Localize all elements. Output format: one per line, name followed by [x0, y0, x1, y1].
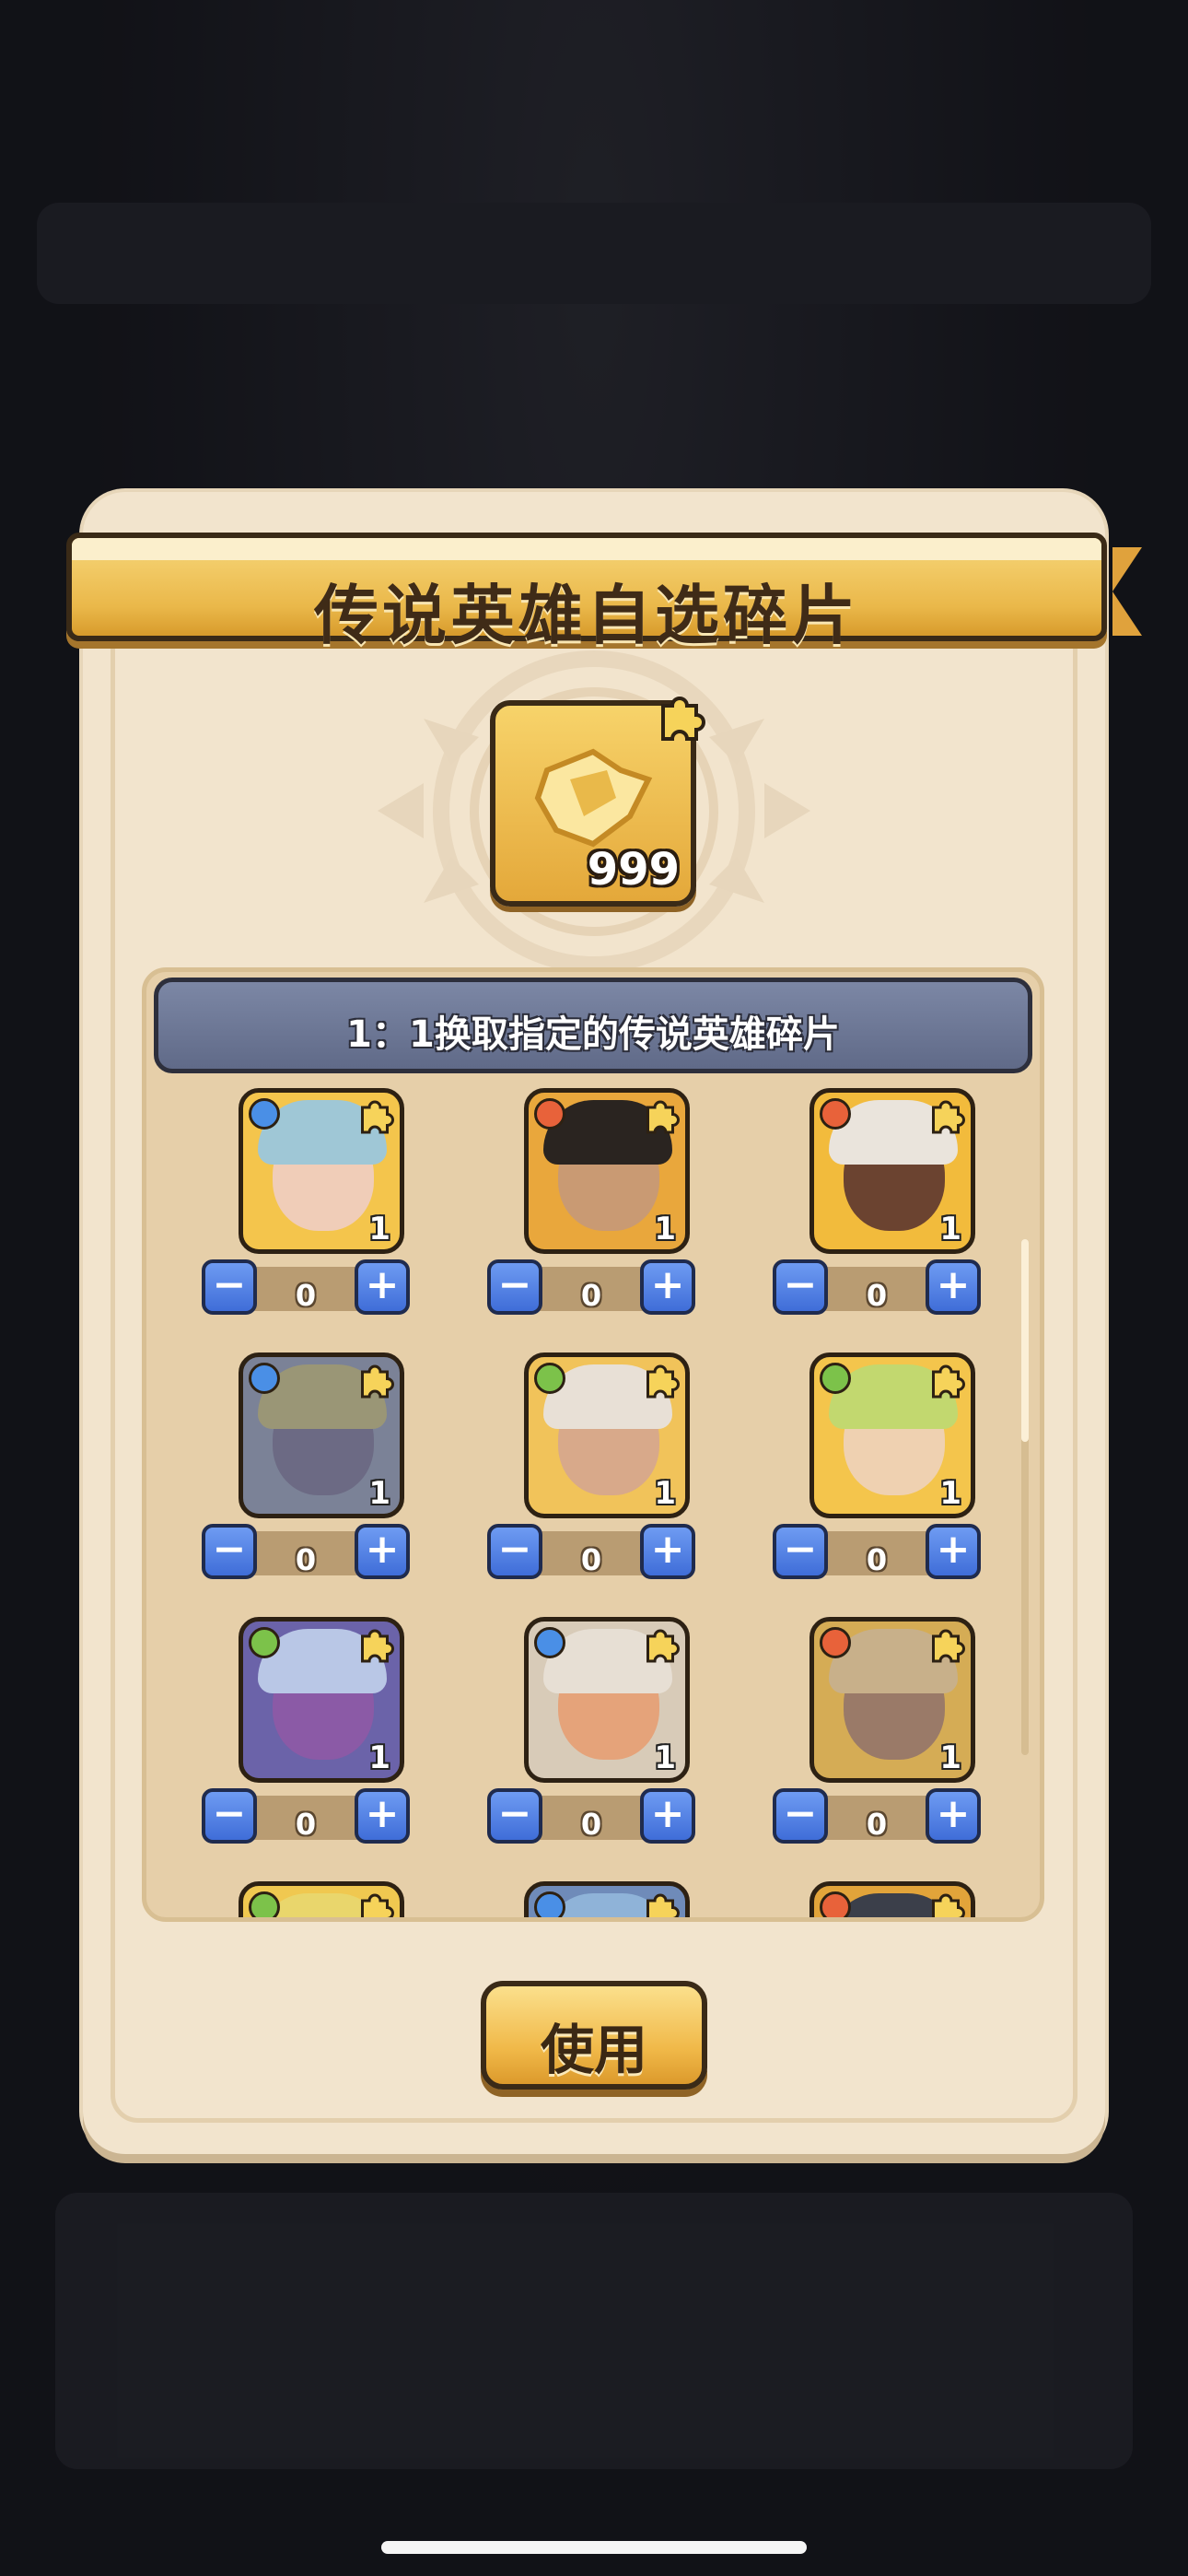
- decrease-button[interactable]: −: [773, 1259, 828, 1315]
- increase-button[interactable]: +: [355, 1259, 410, 1315]
- puzzle-badge-icon: [646, 1100, 680, 1134]
- puzzle-badge-icon: [932, 1364, 965, 1399]
- home-indicator: [381, 2541, 807, 2554]
- decrease-button[interactable]: −: [773, 1788, 828, 1844]
- hero-card[interactable]: [202, 1881, 423, 1917]
- puzzle-badge-icon: [646, 1893, 680, 1917]
- decrease-button[interactable]: −: [202, 1259, 257, 1315]
- hero-shard-count: 1: [654, 1739, 676, 1776]
- decrease-button[interactable]: −: [773, 1524, 828, 1579]
- use-button[interactable]: 使用: [481, 1981, 707, 2090]
- dialog-title: 传说英雄自选碎片: [314, 578, 859, 653]
- quantity-stepper: 0− +: [202, 1524, 410, 1583]
- hero-card[interactable]: 1 0− +: [202, 1352, 423, 1594]
- water-element-icon: [249, 1363, 280, 1394]
- hero-card[interactable]: 1 0− +: [773, 1352, 994, 1594]
- hero-portrait[interactable]: 1: [524, 1088, 690, 1254]
- leaf-element-icon: [534, 1363, 565, 1394]
- fire-element-icon: [534, 1098, 565, 1130]
- decrease-button[interactable]: −: [202, 1788, 257, 1844]
- increase-button[interactable]: +: [640, 1524, 695, 1579]
- quantity-stepper: 0− +: [487, 1524, 695, 1583]
- hero-portrait[interactable]: [524, 1881, 690, 1917]
- fire-element-icon: [820, 1627, 851, 1658]
- decrease-button[interactable]: −: [487, 1259, 542, 1315]
- hero-card[interactable]: 1 0− +: [487, 1088, 708, 1329]
- fire-element-icon: [820, 1891, 851, 1917]
- hero-shard-count: 1: [368, 1475, 390, 1512]
- hero-portrait[interactable]: [809, 1881, 975, 1917]
- puzzle-badge-icon: [932, 1893, 965, 1917]
- puzzle-badge-icon: [361, 1100, 394, 1134]
- increase-button[interactable]: +: [355, 1524, 410, 1579]
- increase-button[interactable]: +: [640, 1259, 695, 1315]
- ribbon-fold: [1112, 547, 1142, 636]
- use-button-label: 使用: [540, 2019, 647, 2081]
- puzzle-badge-icon: [361, 1364, 394, 1399]
- hero-card[interactable]: 1 0− +: [773, 1088, 994, 1329]
- increase-button[interactable]: +: [926, 1259, 981, 1315]
- increase-button[interactable]: +: [926, 1788, 981, 1844]
- leaf-element-icon: [249, 1891, 280, 1917]
- hero-portrait[interactable]: 1: [524, 1617, 690, 1783]
- hero-shard-count: 1: [654, 1211, 676, 1247]
- quantity-stepper: 0− +: [487, 1259, 695, 1318]
- hero-card[interactable]: 1 0− +: [487, 1617, 708, 1858]
- leaf-element-icon: [249, 1627, 280, 1658]
- quantity-stepper: 0− +: [487, 1788, 695, 1847]
- quantity-stepper: 0− +: [202, 1259, 410, 1318]
- title-ribbon: 传说英雄自选碎片: [66, 533, 1142, 653]
- puzzle-badge-icon: [361, 1893, 394, 1917]
- hero-portrait[interactable]: 1: [809, 1617, 975, 1783]
- hero-portrait[interactable]: 1: [239, 1088, 404, 1254]
- hero-shard-count: 1: [368, 1739, 390, 1776]
- hero-card[interactable]: 1 0− +: [773, 1617, 994, 1858]
- scroll-thumb[interactable]: [1021, 1239, 1029, 1442]
- hero-card[interactable]: 1 0− +: [202, 1617, 423, 1858]
- decrease-button[interactable]: −: [487, 1788, 542, 1844]
- hero-shard-count: 1: [654, 1475, 676, 1512]
- hero-card[interactable]: [773, 1881, 994, 1917]
- hero-shard-count: 1: [939, 1211, 961, 1247]
- leaf-element-icon: [820, 1363, 851, 1394]
- hero-portrait[interactable]: 1: [239, 1617, 404, 1783]
- scrollbar[interactable]: [1021, 1239, 1029, 1755]
- hero-portrait[interactable]: 1: [809, 1352, 975, 1518]
- hero-card[interactable]: [487, 1881, 708, 1917]
- decrease-button[interactable]: −: [487, 1524, 542, 1579]
- quantity-stepper: 0− +: [773, 1524, 981, 1583]
- selected-shard-item[interactable]: 999: [490, 697, 705, 907]
- hero-shard-count: 1: [939, 1475, 961, 1512]
- water-element-icon: [534, 1891, 565, 1917]
- hero-shard-count: 1: [939, 1739, 961, 1776]
- decrease-button[interactable]: −: [202, 1524, 257, 1579]
- exchange-info-text: 1：1换取指定的传说英雄碎片: [346, 1013, 840, 1056]
- puzzle-badge-icon: [646, 1364, 680, 1399]
- increase-button[interactable]: +: [355, 1788, 410, 1844]
- hero-portrait[interactable]: 1: [524, 1352, 690, 1518]
- quantity-stepper: 0− +: [773, 1788, 981, 1847]
- increase-button[interactable]: +: [640, 1788, 695, 1844]
- water-element-icon: [249, 1098, 280, 1130]
- fire-element-icon: [820, 1098, 851, 1130]
- legendary-hero-shard-icon: [534, 748, 653, 848]
- increase-button[interactable]: +: [926, 1524, 981, 1579]
- puzzle-badge-icon: [932, 1100, 965, 1134]
- hero-shard-count: 1: [368, 1211, 390, 1247]
- hero-card[interactable]: 1 0− +: [487, 1352, 708, 1594]
- puzzle-badge-icon: [932, 1629, 965, 1663]
- exchange-info-header: 1：1换取指定的传说英雄碎片: [154, 978, 1032, 1073]
- hero-selection-panel: 1：1换取指定的传说英雄碎片 1 0− +1 0− +1 0− +1 0− +1 0− +1 0− +1…: [142, 967, 1044, 1922]
- water-element-icon: [534, 1627, 565, 1658]
- puzzle-badge-icon: [661, 697, 705, 741]
- quantity-stepper: 0− +: [773, 1259, 981, 1318]
- hero-portrait[interactable]: [239, 1881, 404, 1917]
- hero-portrait[interactable]: 1: [239, 1352, 404, 1518]
- item-count: 999: [587, 844, 680, 896]
- puzzle-badge-icon: [361, 1629, 394, 1663]
- quantity-stepper: 0− +: [202, 1788, 410, 1847]
- hero-portrait[interactable]: 1: [809, 1088, 975, 1254]
- hero-card[interactable]: 1 0− +: [202, 1088, 423, 1329]
- puzzle-badge-icon: [646, 1629, 680, 1663]
